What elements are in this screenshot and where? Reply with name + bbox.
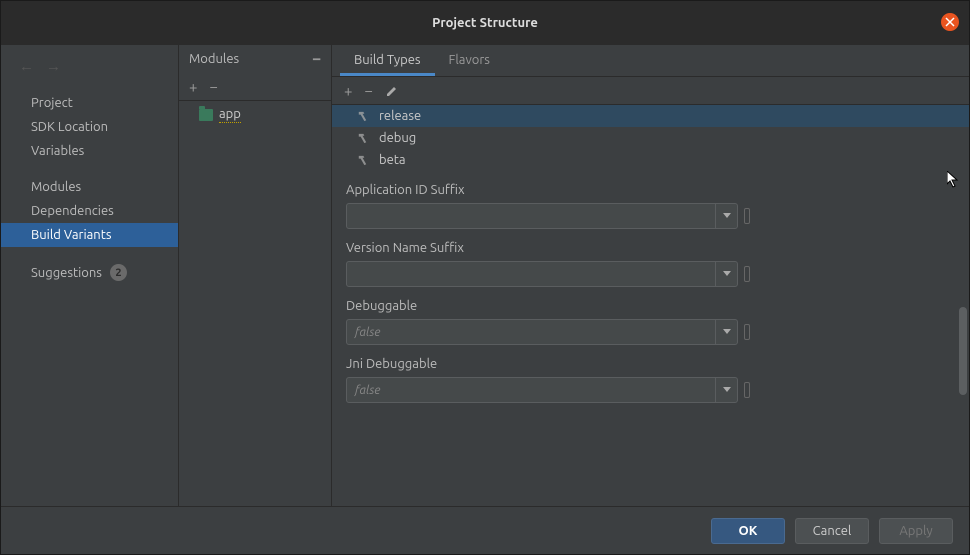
left-nav: ← → Project SDK Location Variables Modul… [1, 45, 179, 506]
modules-column: Modules − + − app [179, 45, 332, 506]
combo-value: false [355, 326, 380, 339]
chevron-down-icon [715, 320, 737, 344]
form-scroll[interactable]: Application ID Suffix Version Name Suffi… [332, 171, 969, 506]
link-icon[interactable] [744, 266, 750, 282]
field-label-debuggable: Debuggable [346, 299, 955, 313]
tab-build-types[interactable]: Build Types [340, 46, 435, 76]
tab-label: Flavors [449, 53, 490, 67]
nav-dependencies[interactable]: Dependencies [1, 199, 178, 223]
button-label: Apply [899, 524, 932, 538]
ok-button[interactable]: OK [711, 518, 785, 544]
tab-label: Build Types [354, 53, 421, 67]
variant-label: release [379, 109, 421, 123]
combo-version-suffix[interactable] [346, 261, 738, 287]
close-icon [945, 17, 955, 27]
suggestions-badge: 2 [110, 264, 127, 281]
hammer-icon [356, 132, 369, 145]
field-label-app-id-suffix: Application ID Suffix [346, 183, 955, 197]
hammer-icon [356, 110, 369, 123]
add-module-button[interactable]: + [189, 78, 197, 95]
nav-sdk-location[interactable]: SDK Location [1, 115, 178, 139]
collapse-icon[interactable]: − [312, 50, 321, 68]
combo-jni-debuggable[interactable]: false [346, 377, 738, 403]
button-label: Cancel [813, 524, 852, 538]
nav-modules[interactable]: Modules [1, 175, 178, 199]
nav-project[interactable]: Project [1, 91, 178, 115]
remove-variant-button[interactable]: − [364, 82, 372, 99]
apply-button[interactable]: Apply [879, 518, 953, 544]
nav-label: Suggestions [31, 266, 102, 280]
nav-label: Dependencies [31, 204, 114, 218]
module-item-app[interactable]: app [179, 103, 331, 127]
close-button[interactable] [941, 13, 959, 31]
nav-suggestions[interactable]: Suggestions 2 [1, 259, 178, 286]
footer: OK Cancel Apply [1, 506, 969, 554]
nav-label: Project [31, 96, 73, 110]
hammer-icon [356, 154, 369, 167]
nav-label: Modules [31, 180, 81, 194]
button-label: OK [739, 524, 758, 538]
main-panel: Build Types Flavors + − release debug [332, 45, 969, 506]
nav-build-variants[interactable]: Build Variants [1, 223, 178, 247]
combo-debuggable[interactable]: false [346, 319, 738, 345]
nav-back-icon[interactable]: ← [19, 57, 34, 75]
variant-label: debug [379, 131, 416, 145]
modules-header: Modules [189, 52, 239, 66]
scrollbar-thumb[interactable] [959, 307, 967, 395]
folder-icon [199, 109, 213, 121]
chevron-down-icon [715, 204, 737, 228]
chevron-down-icon [715, 262, 737, 286]
nav-label: SDK Location [31, 120, 108, 134]
window-title: Project Structure [432, 16, 538, 30]
nav-forward-icon[interactable]: → [46, 57, 61, 75]
module-name: app [219, 107, 241, 123]
field-label-jni-debuggable: Jni Debuggable [346, 357, 955, 371]
nav-label: Build Variants [31, 228, 111, 242]
field-label-version-suffix: Version Name Suffix [346, 241, 955, 255]
remove-module-button[interactable]: − [209, 78, 217, 95]
link-icon[interactable] [744, 382, 750, 398]
link-icon[interactable] [744, 208, 750, 224]
variant-item-debug[interactable]: debug [332, 127, 969, 149]
variant-item-release[interactable]: release [332, 105, 969, 127]
titlebar: Project Structure [1, 1, 969, 45]
add-variant-button[interactable]: + [344, 82, 352, 99]
nav-label: Variables [31, 144, 84, 158]
link-icon[interactable] [744, 324, 750, 340]
tab-flavors[interactable]: Flavors [435, 46, 504, 76]
chevron-down-icon [715, 378, 737, 402]
cancel-button[interactable]: Cancel [795, 518, 869, 544]
variant-item-beta[interactable]: beta [332, 149, 969, 171]
variant-label: beta [379, 153, 406, 167]
nav-variables[interactable]: Variables [1, 139, 178, 163]
combo-value: false [355, 384, 380, 397]
edit-icon[interactable] [385, 84, 399, 98]
combo-app-id-suffix[interactable] [346, 203, 738, 229]
